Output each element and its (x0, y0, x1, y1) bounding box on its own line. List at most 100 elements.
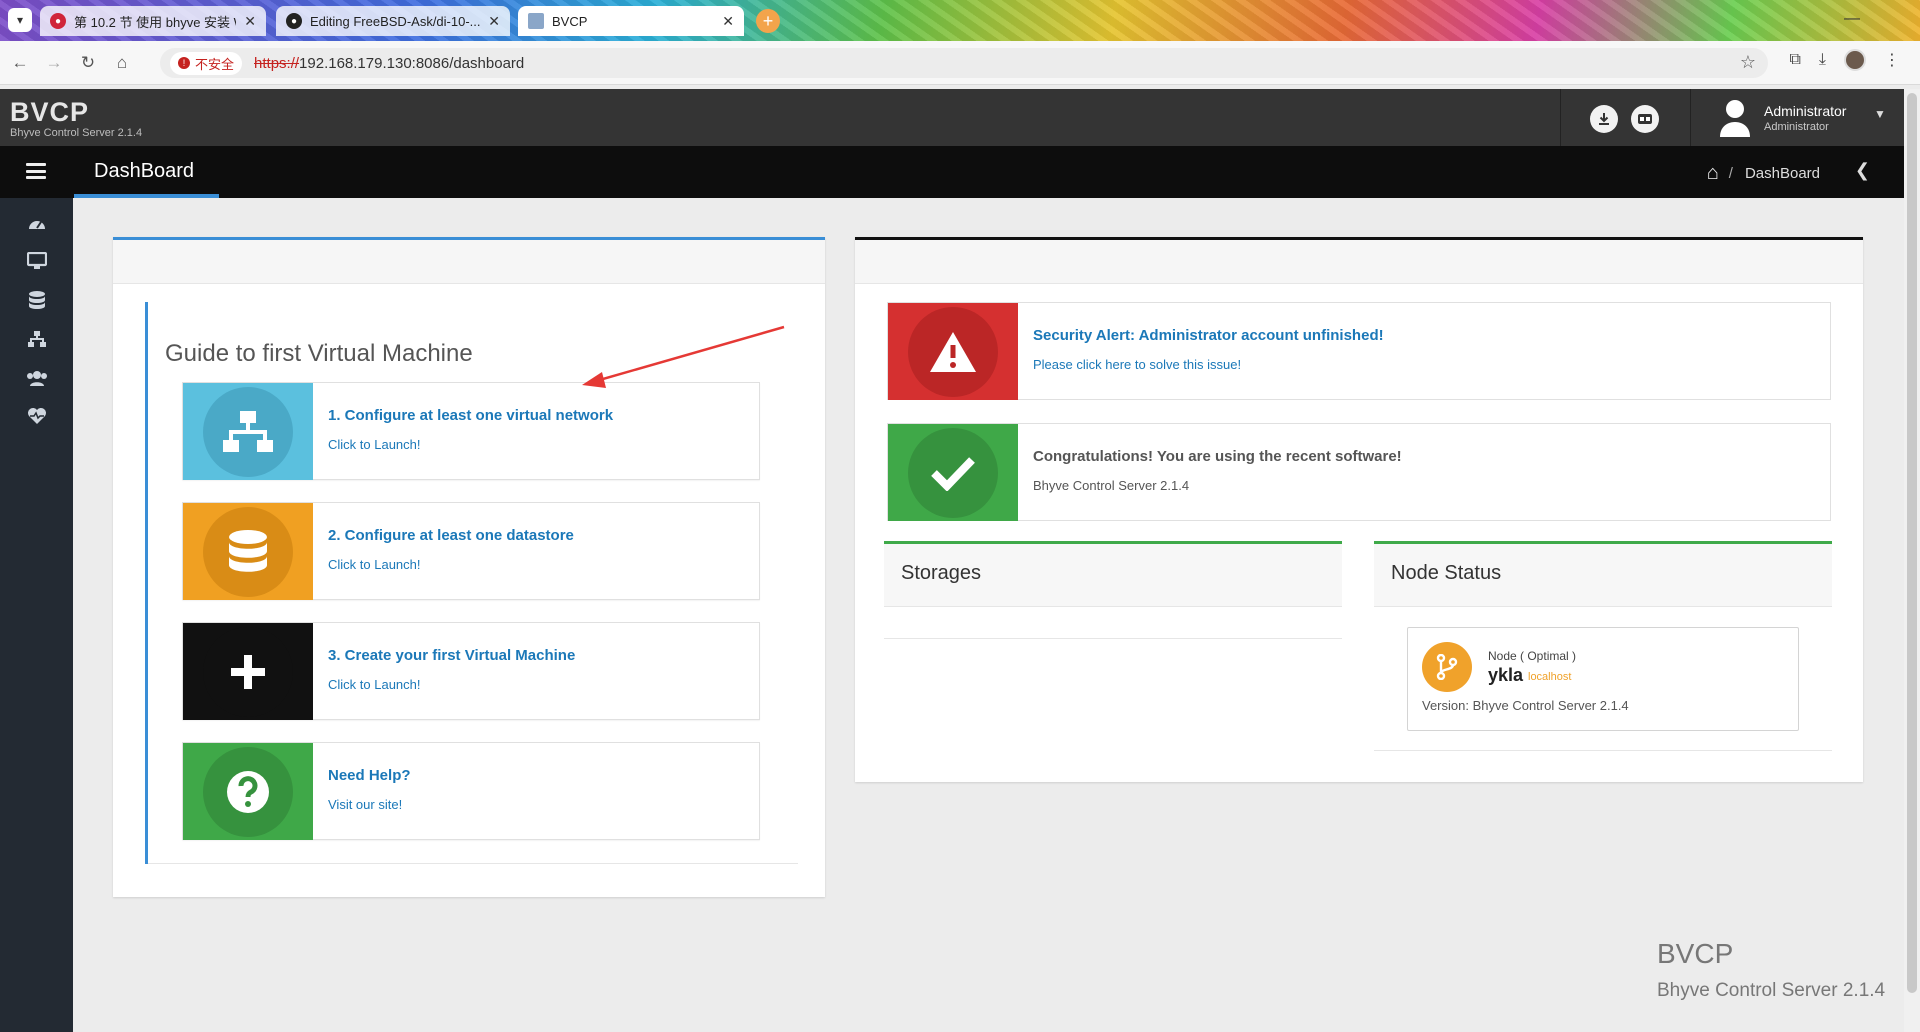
home-icon[interactable]: ⌂ (108, 49, 136, 77)
extensions-icon[interactable]: ⧉ (1789, 51, 1800, 69)
users-icon (26, 371, 47, 386)
browser-tab-title: Editing FreeBSD-Ask/di-10-... (310, 13, 481, 29)
node-card[interactable]: Node ( Optimal ) ykla localhost Version:… (1407, 627, 1799, 731)
guide-card-create-vm[interactable]: 3. Create your first Virtual Machine Cli… (182, 622, 760, 720)
sidebar-item-vms[interactable] (0, 241, 73, 281)
guide-title: Guide to first Virtual Machine (165, 340, 473, 367)
guide-card-help[interactable]: Need Help? Visit our site! (182, 742, 760, 840)
alert-title: Congratulations! You are using the recen… (1033, 448, 1402, 465)
sidebar-item-dashboard[interactable] (0, 203, 73, 243)
alert-link[interactable]: Please click here to solve this issue! (1033, 357, 1241, 372)
node-version: Version: Bhyve Control Server 2.1.4 (1422, 698, 1629, 713)
node-name[interactable]: ykla (1488, 665, 1523, 686)
storages-panel: Storages (884, 541, 1342, 751)
browser-tab-2[interactable]: ● Editing FreeBSD-Ask/di-10-... ✕ (276, 6, 510, 36)
main-content: Guide to first Virtual Machine 1. Config… (73, 198, 1904, 1032)
node-status-title: Node Status (1391, 562, 1502, 584)
guide-box: Guide to first Virtual Machine 1. Config… (145, 302, 798, 864)
card-link[interactable]: Click to Launch! (328, 437, 421, 452)
sidebar-item-health[interactable] (0, 396, 73, 436)
menu-toggle-icon[interactable] (24, 160, 48, 182)
home-icon[interactable]: ⌂ (1707, 162, 1719, 185)
node-status-label: Node ( Optimal ) (1488, 649, 1577, 663)
download-button[interactable] (1590, 105, 1618, 133)
network-icon (203, 386, 293, 477)
heartbeat-icon (27, 408, 46, 424)
github-icon: ● (286, 13, 302, 29)
browser-tab-1[interactable]: ● 第 10.2 节 使用 bhyve 安装 W ✕ (40, 6, 266, 36)
browser-tab-title: 第 10.2 节 使用 bhyve 安装 W (74, 14, 237, 30)
panel-header: Storages (884, 541, 1342, 607)
divider (884, 638, 1342, 639)
sidebar-item-network[interactable] (0, 319, 73, 359)
card-icon-square (888, 303, 1018, 400)
bookmark-star-icon[interactable]: ☆ (1740, 52, 1756, 73)
breadcrumb: ⌂ / DashBoard (1707, 162, 1820, 185)
back-icon[interactable]: ← (6, 49, 34, 77)
reload-icon[interactable]: ↻ (74, 49, 102, 77)
checkmark-icon (908, 427, 998, 518)
scrollbar-thumb[interactable] (1907, 93, 1917, 993)
close-tab-icon[interactable]: ✕ (722, 13, 734, 30)
alert-title[interactable]: Security Alert: Administrator account un… (1033, 327, 1384, 344)
breadcrumb-separator: / (1728, 165, 1733, 182)
chevron-left-icon[interactable]: ❮ (1855, 160, 1870, 181)
close-tab-icon[interactable]: ✕ (488, 13, 500, 30)
card-icon-square (183, 383, 313, 480)
security-indicator[interactable]: ! 不安全 (170, 51, 243, 75)
code-fork-icon (1422, 642, 1472, 692)
close-tab-icon[interactable]: ✕ (244, 13, 256, 30)
card-icon-square (888, 424, 1018, 521)
app-logo-subtitle: Bhyve Control Server 2.1.4 (10, 127, 143, 139)
url-input[interactable]: ! 不安全 https://192.168.179.130:8086/dashb… (160, 48, 1768, 78)
footer-title: BVCP (1657, 938, 1734, 969)
app-header: BVCP Bhyve Control Server 2.1.4 Administ… (0, 89, 1904, 146)
page-scrollbar[interactable] (1904, 89, 1920, 1032)
database-icon (203, 506, 293, 597)
user-role: Administrator (1764, 121, 1829, 133)
card-link[interactable]: Visit our site! (328, 797, 402, 812)
window-minimize-icon[interactable]: — (1844, 10, 1860, 28)
tab-search-icon[interactable]: ▾ (8, 8, 32, 32)
card-title[interactable]: Need Help? (328, 767, 411, 784)
sidebar (0, 198, 73, 1032)
user-avatar-icon[interactable] (1718, 97, 1752, 137)
database-icon (28, 291, 45, 309)
alert-subtitle: Bhyve Control Server 2.1.4 (1033, 478, 1190, 493)
guide-card-network[interactable]: 1. Configure at least one virtual networ… (182, 382, 760, 480)
update-status-card: Congratulations! You are using the recen… (887, 423, 1831, 521)
user-name[interactable]: Administrator (1764, 103, 1846, 119)
browser-tab-3[interactable]: BVCP ✕ (518, 6, 744, 36)
new-tab-button[interactable]: + (756, 9, 780, 33)
chevron-down-icon[interactable]: ▼ (1874, 107, 1886, 121)
card-title[interactable]: 2. Configure at least one datastore (328, 527, 574, 544)
card-link[interactable]: Click to Launch! (328, 557, 421, 572)
card-icon-square (183, 623, 313, 720)
plus-icon (203, 626, 293, 717)
card-title[interactable]: 3. Create your first Virtual Machine (328, 647, 575, 664)
browser-menu-icon[interactable]: ⋮ (1884, 50, 1900, 70)
card-link[interactable]: Click to Launch! (328, 677, 421, 692)
guide-card-datastore[interactable]: 2. Configure at least one datastore Clic… (182, 502, 760, 600)
warning-icon (908, 306, 998, 397)
forward-icon[interactable]: → (40, 49, 68, 77)
console-button[interactable] (1631, 105, 1659, 133)
security-alert-card[interactable]: Security Alert: Administrator account un… (887, 302, 1831, 400)
card-title[interactable]: 1. Configure at least one virtual networ… (328, 407, 613, 424)
profile-avatar[interactable] (1844, 49, 1866, 71)
sidebar-item-storage[interactable] (0, 280, 73, 320)
tab-dashboard[interactable]: DashBoard (74, 146, 219, 198)
node-status-panel: Node Status Node ( Optimal ) ykla localh… (1374, 541, 1832, 751)
divider (148, 863, 798, 864)
panel-header (855, 240, 1863, 284)
url-scheme: https:// (254, 54, 300, 72)
network-icon (27, 331, 46, 347)
panel-header (113, 240, 825, 284)
storages-title: Storages (901, 562, 982, 584)
insecure-label: 不安全 (195, 56, 235, 72)
sidebar-item-users[interactable] (0, 358, 73, 398)
app-logo-title[interactable]: BVCP (10, 97, 89, 128)
weibo-icon: ● (50, 13, 66, 29)
footer-subtitle: Bhyve Control Server 2.1.4 (1657, 980, 1886, 1001)
download-icon[interactable]: ⤓ (1819, 51, 1826, 69)
